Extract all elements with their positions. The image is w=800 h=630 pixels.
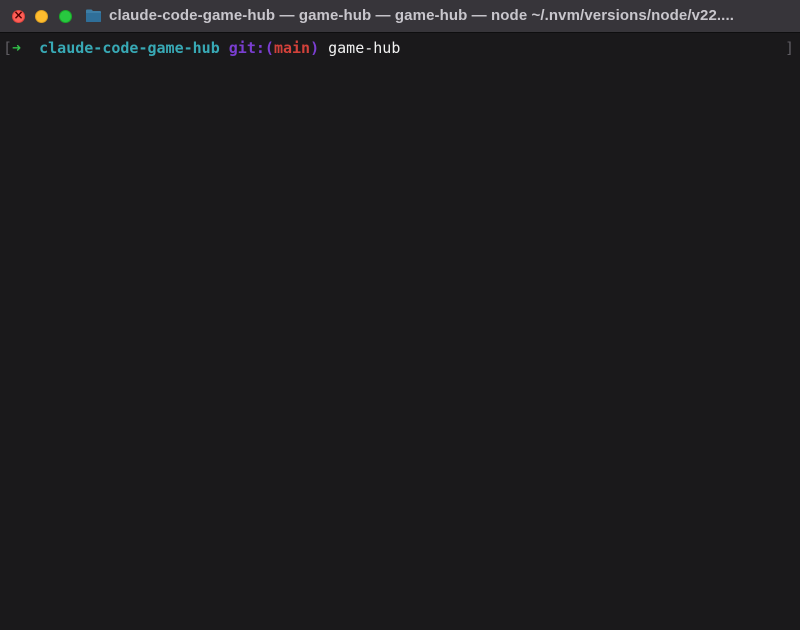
current-directory: claude-code-game-hub (39, 39, 220, 57)
minimize-icon[interactable] (35, 10, 48, 23)
git-branch: main (273, 39, 311, 57)
left-bracket: [ (3, 39, 13, 57)
terminal-window: claude-code-game-hub — game-hub — game-h… (0, 0, 800, 630)
command-text: game-hub (328, 39, 401, 57)
window-title: claude-code-game-hub — game-hub — game-h… (109, 7, 734, 24)
git-label-close: ) (310, 39, 320, 57)
close-icon[interactable] (12, 8, 25, 23)
prompt-arrow-icon: ➜ (12, 39, 22, 57)
terminal-content[interactable]: [➜ claude-code-game-hub git:(main) game-… (0, 33, 800, 630)
folder-icon (86, 9, 101, 22)
right-bracket: ] (784, 39, 794, 57)
prompt-line: [➜ claude-code-game-hub git:(main) game-… (3, 38, 400, 58)
zoom-icon[interactable] (59, 10, 72, 23)
git-label: git:( (228, 39, 274, 57)
title-bar[interactable]: claude-code-game-hub — game-hub — game-h… (0, 0, 800, 33)
